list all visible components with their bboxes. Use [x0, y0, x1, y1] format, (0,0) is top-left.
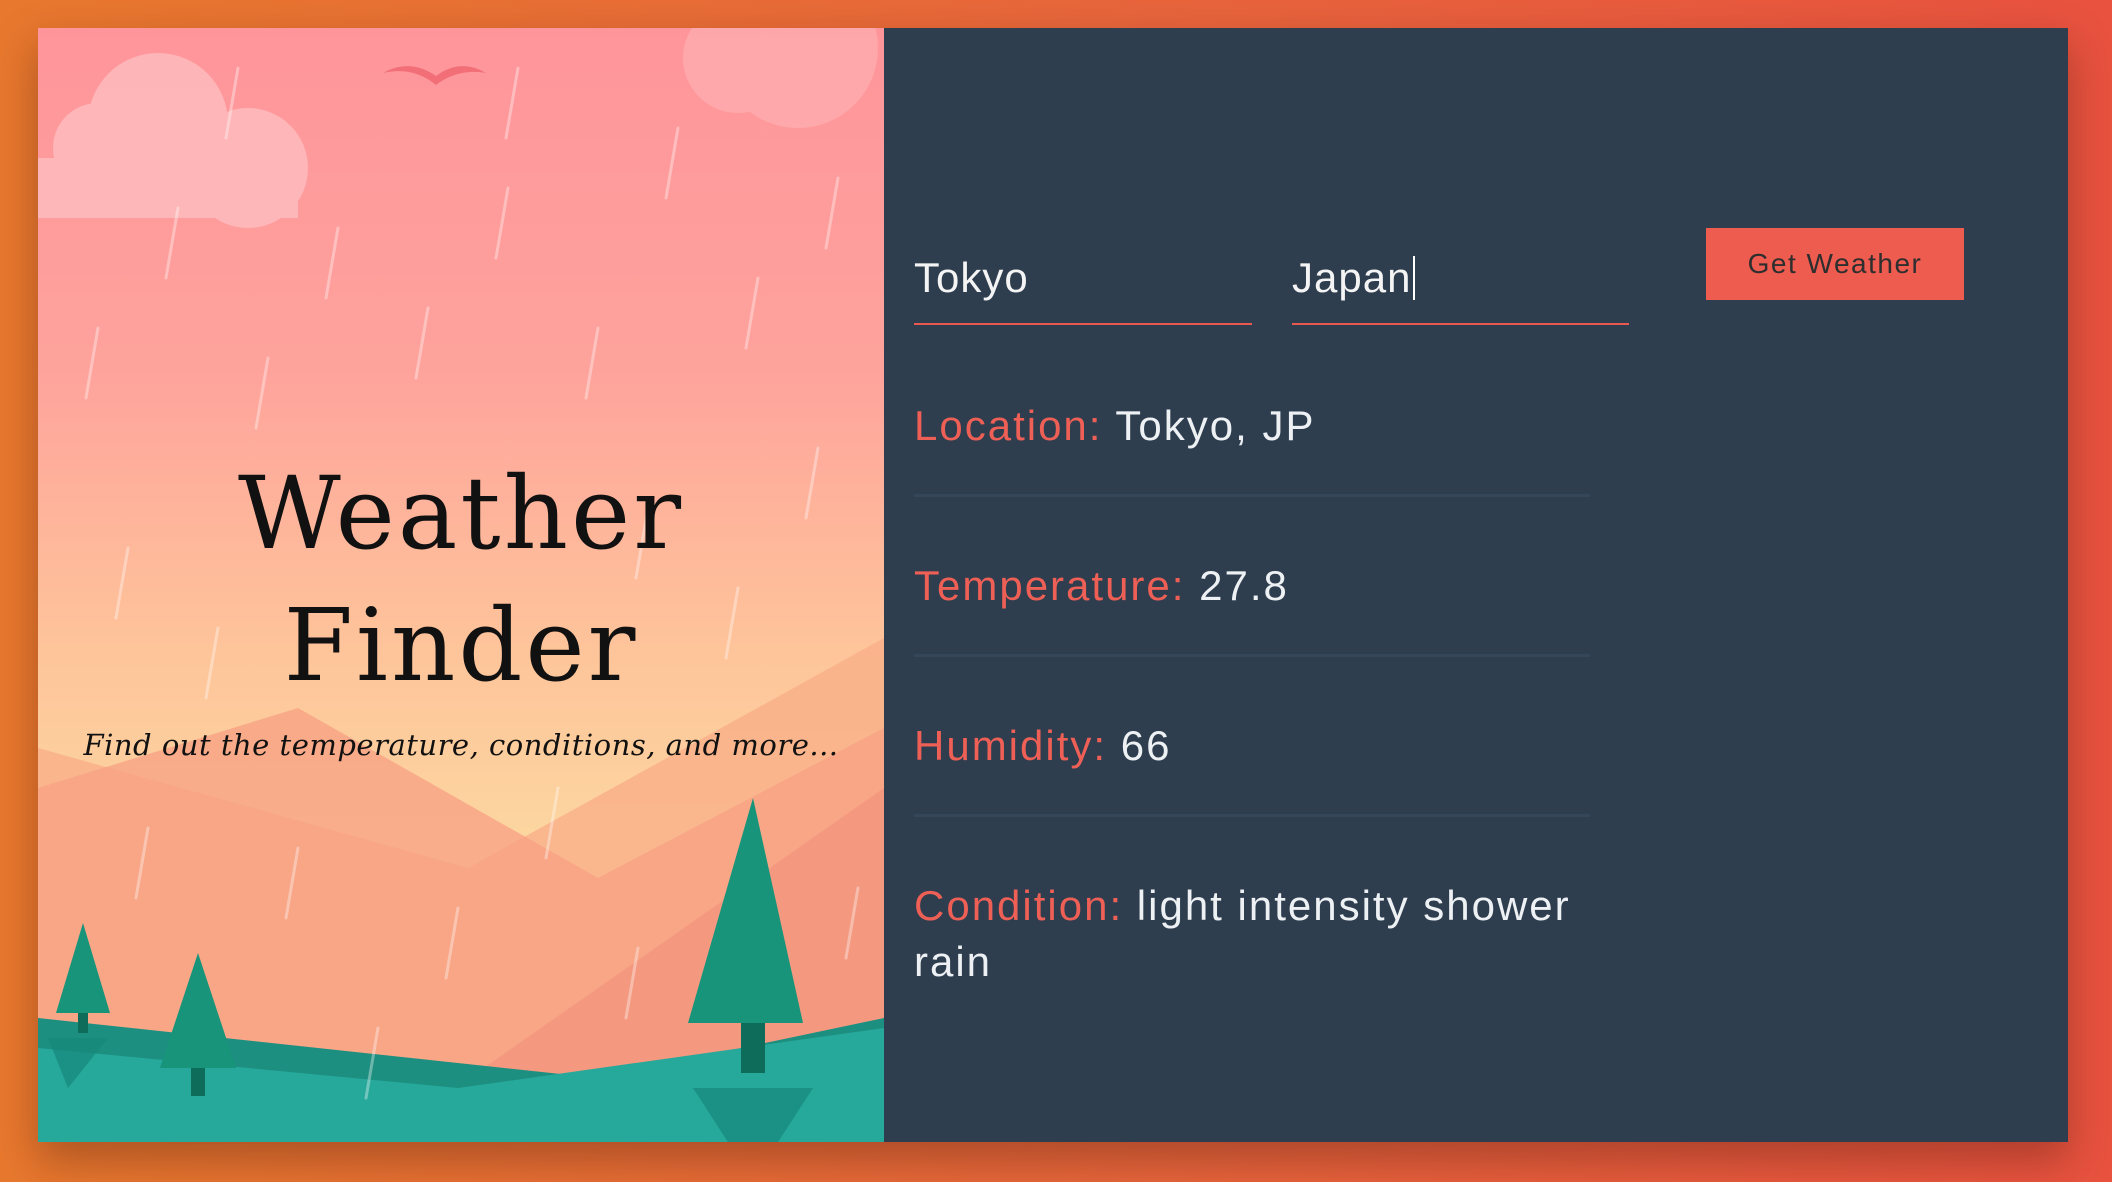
- cloud-icon: [683, 28, 878, 128]
- temperature-value: 27.8: [1199, 562, 1289, 609]
- divider: [914, 814, 1590, 817]
- country-input[interactable]: Japan: [1292, 233, 1629, 325]
- humidity-label: Humidity:: [914, 722, 1108, 769]
- divider: [914, 494, 1590, 497]
- temperature-label: Temperature:: [914, 562, 1186, 609]
- get-weather-button[interactable]: Get Weather: [1706, 228, 1964, 300]
- location-value: Tokyo, JP: [1115, 402, 1316, 449]
- humidity-value: 66: [1120, 722, 1172, 769]
- app-card: Weather Finder Find out the temperature,…: [38, 28, 2068, 1142]
- location-row: Location: Tokyo, JP: [914, 398, 1590, 454]
- weather-panel: Tokyo Japan Get Weather Location: Tokyo,…: [884, 28, 2068, 1142]
- location-label: Location:: [914, 402, 1103, 449]
- title-line-2: Finder: [283, 587, 639, 704]
- bird-icon: [383, 66, 486, 85]
- hero-title-block: Weather Finder Find out the temperature,…: [38, 448, 884, 762]
- cloud-icon: [38, 53, 308, 228]
- hero-panel: Weather Finder Find out the temperature,…: [38, 28, 884, 1142]
- country-input-value: Japan: [1292, 254, 1412, 301]
- title-line-1: Weather: [238, 455, 684, 572]
- text-caret: [1413, 256, 1416, 300]
- city-input[interactable]: Tokyo: [914, 233, 1252, 325]
- humidity-row: Humidity: 66: [914, 718, 1590, 774]
- condition-row: Condition: light intensity shower rain: [914, 878, 1590, 990]
- condition-label: Condition:: [914, 882, 1124, 929]
- page-title: Weather Finder: [38, 448, 884, 712]
- divider: [914, 654, 1590, 657]
- page-subtitle: Find out the temperature, conditions, an…: [83, 728, 839, 762]
- city-input-value: Tokyo: [914, 254, 1029, 301]
- temperature-row: Temperature: 27.8: [914, 558, 1590, 614]
